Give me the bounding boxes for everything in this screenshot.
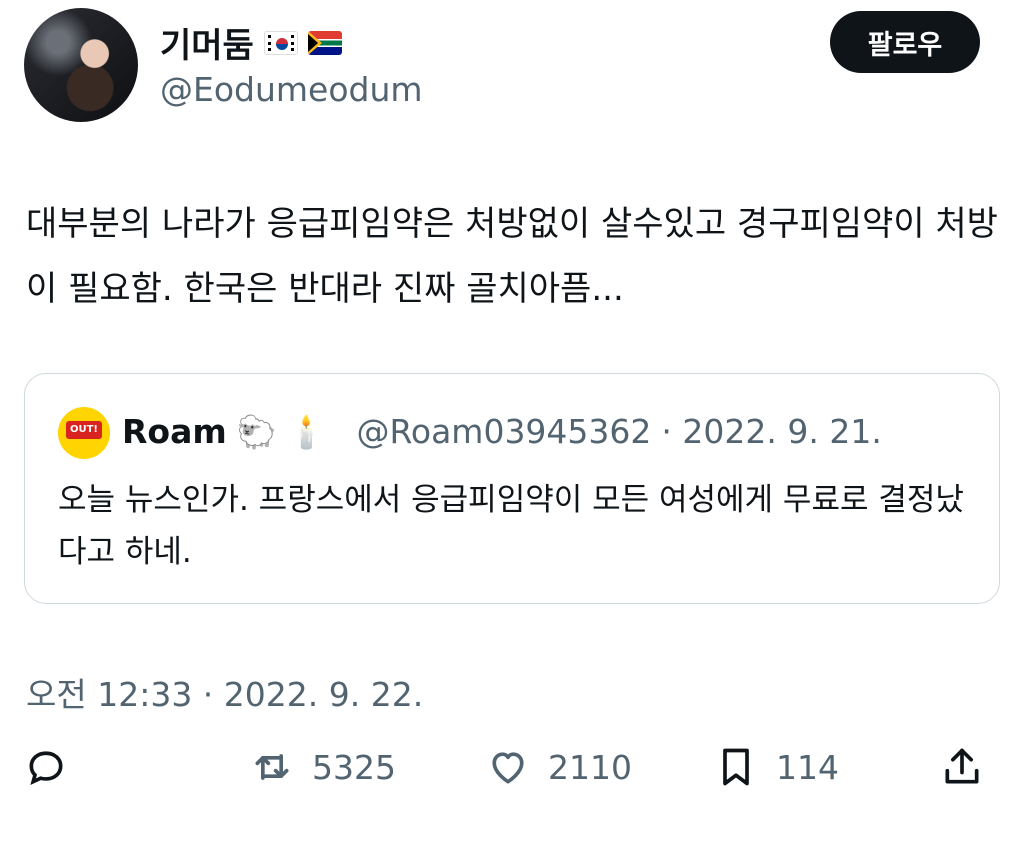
bookmark-button[interactable]: 114 bbox=[714, 745, 839, 789]
follow-button[interactable]: 팔로우 bbox=[830, 11, 980, 73]
retweet-count: 5325 bbox=[312, 747, 396, 787]
quote-author-name: Roam bbox=[122, 412, 227, 451]
bookmark-count: 114 bbox=[776, 747, 839, 787]
quote-header: Roam 🐑 🕯️ @Roam03945362 · 2022. 9. 21. bbox=[122, 412, 882, 451]
sheep-icon: 🐑 bbox=[236, 412, 277, 451]
retweet-button[interactable]: 5325 bbox=[250, 745, 396, 789]
candle-icon: 🕯️ bbox=[286, 412, 327, 451]
quote-author-handle: @Roam03945362 bbox=[356, 412, 652, 451]
reply-button[interactable] bbox=[24, 745, 68, 789]
like-count: 2110 bbox=[548, 747, 632, 787]
display-name-text: 기머둠 bbox=[160, 26, 254, 66]
heart-icon bbox=[492, 752, 524, 784]
reply-icon bbox=[29, 751, 63, 785]
author-handle[interactable]: @Eodumeodum bbox=[160, 70, 423, 109]
share-icon bbox=[945, 748, 979, 784]
author-avatar[interactable] bbox=[24, 8, 138, 122]
avatar-sign: OUT! bbox=[66, 421, 102, 439]
korea-flag-icon bbox=[263, 30, 298, 55]
quote-text: 오늘 뉴스인가. 프랑스에서 응급피임약이 모든 여성에게 무료로 결정났다고 … bbox=[58, 482, 964, 570]
author-display-name[interactable]: 기머둠 bbox=[160, 18, 342, 67]
retweet-icon bbox=[255, 754, 289, 780]
action-bar: 5325 2110 114 bbox=[0, 745, 1024, 815]
quote-date: · 2022. 9. 21. bbox=[661, 412, 882, 451]
share-button[interactable] bbox=[940, 745, 984, 789]
bookmark-icon bbox=[723, 748, 749, 786]
quoted-tweet[interactable]: OUT! Roam 🐑 🕯️ @Roam03945362 · 2022. 9. … bbox=[24, 373, 1000, 604]
quote-author-avatar: OUT! bbox=[58, 407, 110, 459]
south-africa-flag-icon bbox=[307, 30, 342, 55]
like-button[interactable]: 2110 bbox=[486, 745, 632, 789]
tweet-timestamp[interactable]: 오전 12:33 · 2022. 9. 22. bbox=[26, 668, 423, 716]
tweet-text: 대부분의 나라가 응급피임약은 처방없이 살수있고 경구피임약이 처방이 필요함… bbox=[26, 204, 998, 309]
